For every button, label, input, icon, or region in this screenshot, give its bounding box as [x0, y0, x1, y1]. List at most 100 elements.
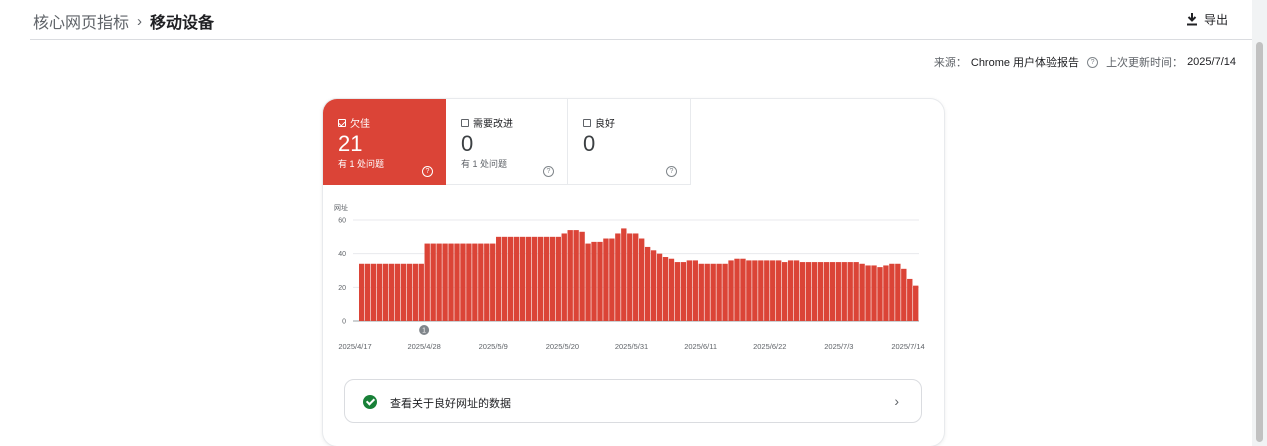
- bar: [710, 263, 716, 321]
- bar: [752, 260, 758, 321]
- bar: [811, 262, 818, 321]
- bar: [376, 263, 383, 321]
- bar: [609, 238, 615, 321]
- bar: [627, 233, 633, 321]
- bar: [895, 263, 901, 321]
- scrollbar[interactable]: [1252, 0, 1267, 446]
- bar: [740, 258, 746, 321]
- bar: [805, 262, 812, 321]
- bar: [847, 262, 853, 321]
- x-tick-label: 2025/4/17: [338, 342, 371, 351]
- bar: [579, 231, 585, 321]
- bar: [364, 263, 371, 321]
- bar: [388, 263, 395, 321]
- bar: [722, 263, 728, 321]
- bar: [668, 258, 675, 321]
- bar: [686, 260, 693, 321]
- scrollbar-thumb[interactable]: [1256, 42, 1263, 442]
- tile-poor-label-row: 欠佳: [338, 115, 370, 130]
- help-icon[interactable]: ?: [1087, 56, 1099, 68]
- bar: [787, 260, 794, 321]
- export-button[interactable]: 导出: [1186, 11, 1228, 28]
- bar: [871, 265, 877, 321]
- tile-good[interactable]: 良好 0 ?: [568, 99, 691, 185]
- x-tick-label: 2025/5/20: [546, 342, 579, 351]
- bar: [889, 263, 895, 321]
- y-tick-label: 20: [338, 285, 346, 292]
- updated-value: 2025/7/14: [1187, 56, 1236, 68]
- check-circle-icon: [363, 395, 377, 409]
- checkbox-checked-icon[interactable]: [338, 118, 346, 127]
- updated-label: 上次更新时间：: [1106, 57, 1184, 69]
- bar: [650, 250, 657, 321]
- download-icon: [1186, 13, 1197, 26]
- y-axis-label: 网址: [334, 203, 348, 212]
- bar: [883, 265, 889, 321]
- bar: [430, 243, 436, 321]
- tile-good-label-row: 良好: [583, 115, 615, 130]
- x-tick-label: 2025/5/9: [479, 342, 508, 351]
- bar: [466, 243, 472, 321]
- tile-ni-label: 需要改进: [473, 119, 513, 130]
- source-value[interactable]: Chrome 用户体验报告: [971, 54, 1079, 70]
- bar: [442, 243, 448, 321]
- tile-ni-sub: 有 1 处问题: [461, 159, 508, 169]
- bar: [394, 263, 401, 321]
- bar: [793, 260, 800, 321]
- tile-good-value: 0: [583, 131, 596, 156]
- bar: [728, 260, 734, 321]
- bar: [525, 236, 532, 321]
- bar: [841, 262, 847, 321]
- bar: [507, 236, 514, 321]
- bar: [621, 228, 627, 321]
- bar: [513, 236, 520, 321]
- tile-needs-improvement[interactable]: 需要改进 0 有 1 处问题 ?: [446, 99, 568, 185]
- breadcrumb: 核心网页指标 › 移动设备: [33, 9, 214, 33]
- bar: [359, 263, 365, 321]
- bar: [436, 243, 442, 321]
- bar: [758, 260, 764, 321]
- tile-poor-sub: 有 1 处问题: [338, 159, 385, 169]
- x-tick-label: 2025/6/22: [753, 342, 786, 351]
- bar: [680, 262, 687, 321]
- good-urls-link-label: 查看关于良好网址的数据: [390, 398, 511, 410]
- bar: [573, 230, 579, 321]
- help-icon[interactable]: ?: [543, 166, 554, 177]
- bar: [472, 243, 478, 321]
- x-tick-label: 2025/7/14: [891, 342, 924, 351]
- bar: [639, 238, 645, 321]
- bar: [501, 236, 508, 321]
- y-tick-label: 0: [342, 319, 346, 326]
- bar: [400, 263, 407, 321]
- bar: [776, 260, 782, 321]
- bar: [543, 236, 550, 321]
- bar: [633, 233, 639, 321]
- bar: [597, 241, 603, 321]
- bar: [835, 262, 841, 321]
- bar: [555, 236, 561, 321]
- tile-poor[interactable]: 欠佳 21 有 1 处问题 ?: [323, 99, 446, 185]
- bar: [823, 262, 830, 321]
- y-tick-label: 60: [338, 218, 346, 225]
- bar: [478, 243, 484, 321]
- breadcrumb-parent[interactable]: 核心网页指标: [33, 9, 129, 33]
- help-icon[interactable]: ?: [666, 166, 677, 177]
- tile-ni-label-row: 需要改进: [461, 115, 513, 130]
- breadcrumb-separator: ›: [137, 12, 143, 30]
- bar: [549, 236, 555, 321]
- x-tick-label: 2025/6/11: [684, 342, 717, 351]
- bar: [829, 262, 835, 321]
- bar: [674, 262, 681, 321]
- checkbox-icon[interactable]: [583, 118, 591, 127]
- bar: [746, 260, 752, 321]
- bar: [370, 263, 377, 321]
- good-urls-link[interactable]: 查看关于良好网址的数据 ›: [344, 379, 922, 423]
- bar: [853, 262, 859, 321]
- bar: [644, 246, 651, 321]
- x-tick-label: 2025/7/3: [824, 342, 853, 351]
- bar: [454, 243, 460, 321]
- help-icon[interactable]: ?: [422, 166, 433, 177]
- x-tick-label: 2025/4/28: [407, 342, 440, 351]
- checkbox-icon[interactable]: [461, 118, 469, 127]
- annotation-label: 1: [422, 328, 426, 335]
